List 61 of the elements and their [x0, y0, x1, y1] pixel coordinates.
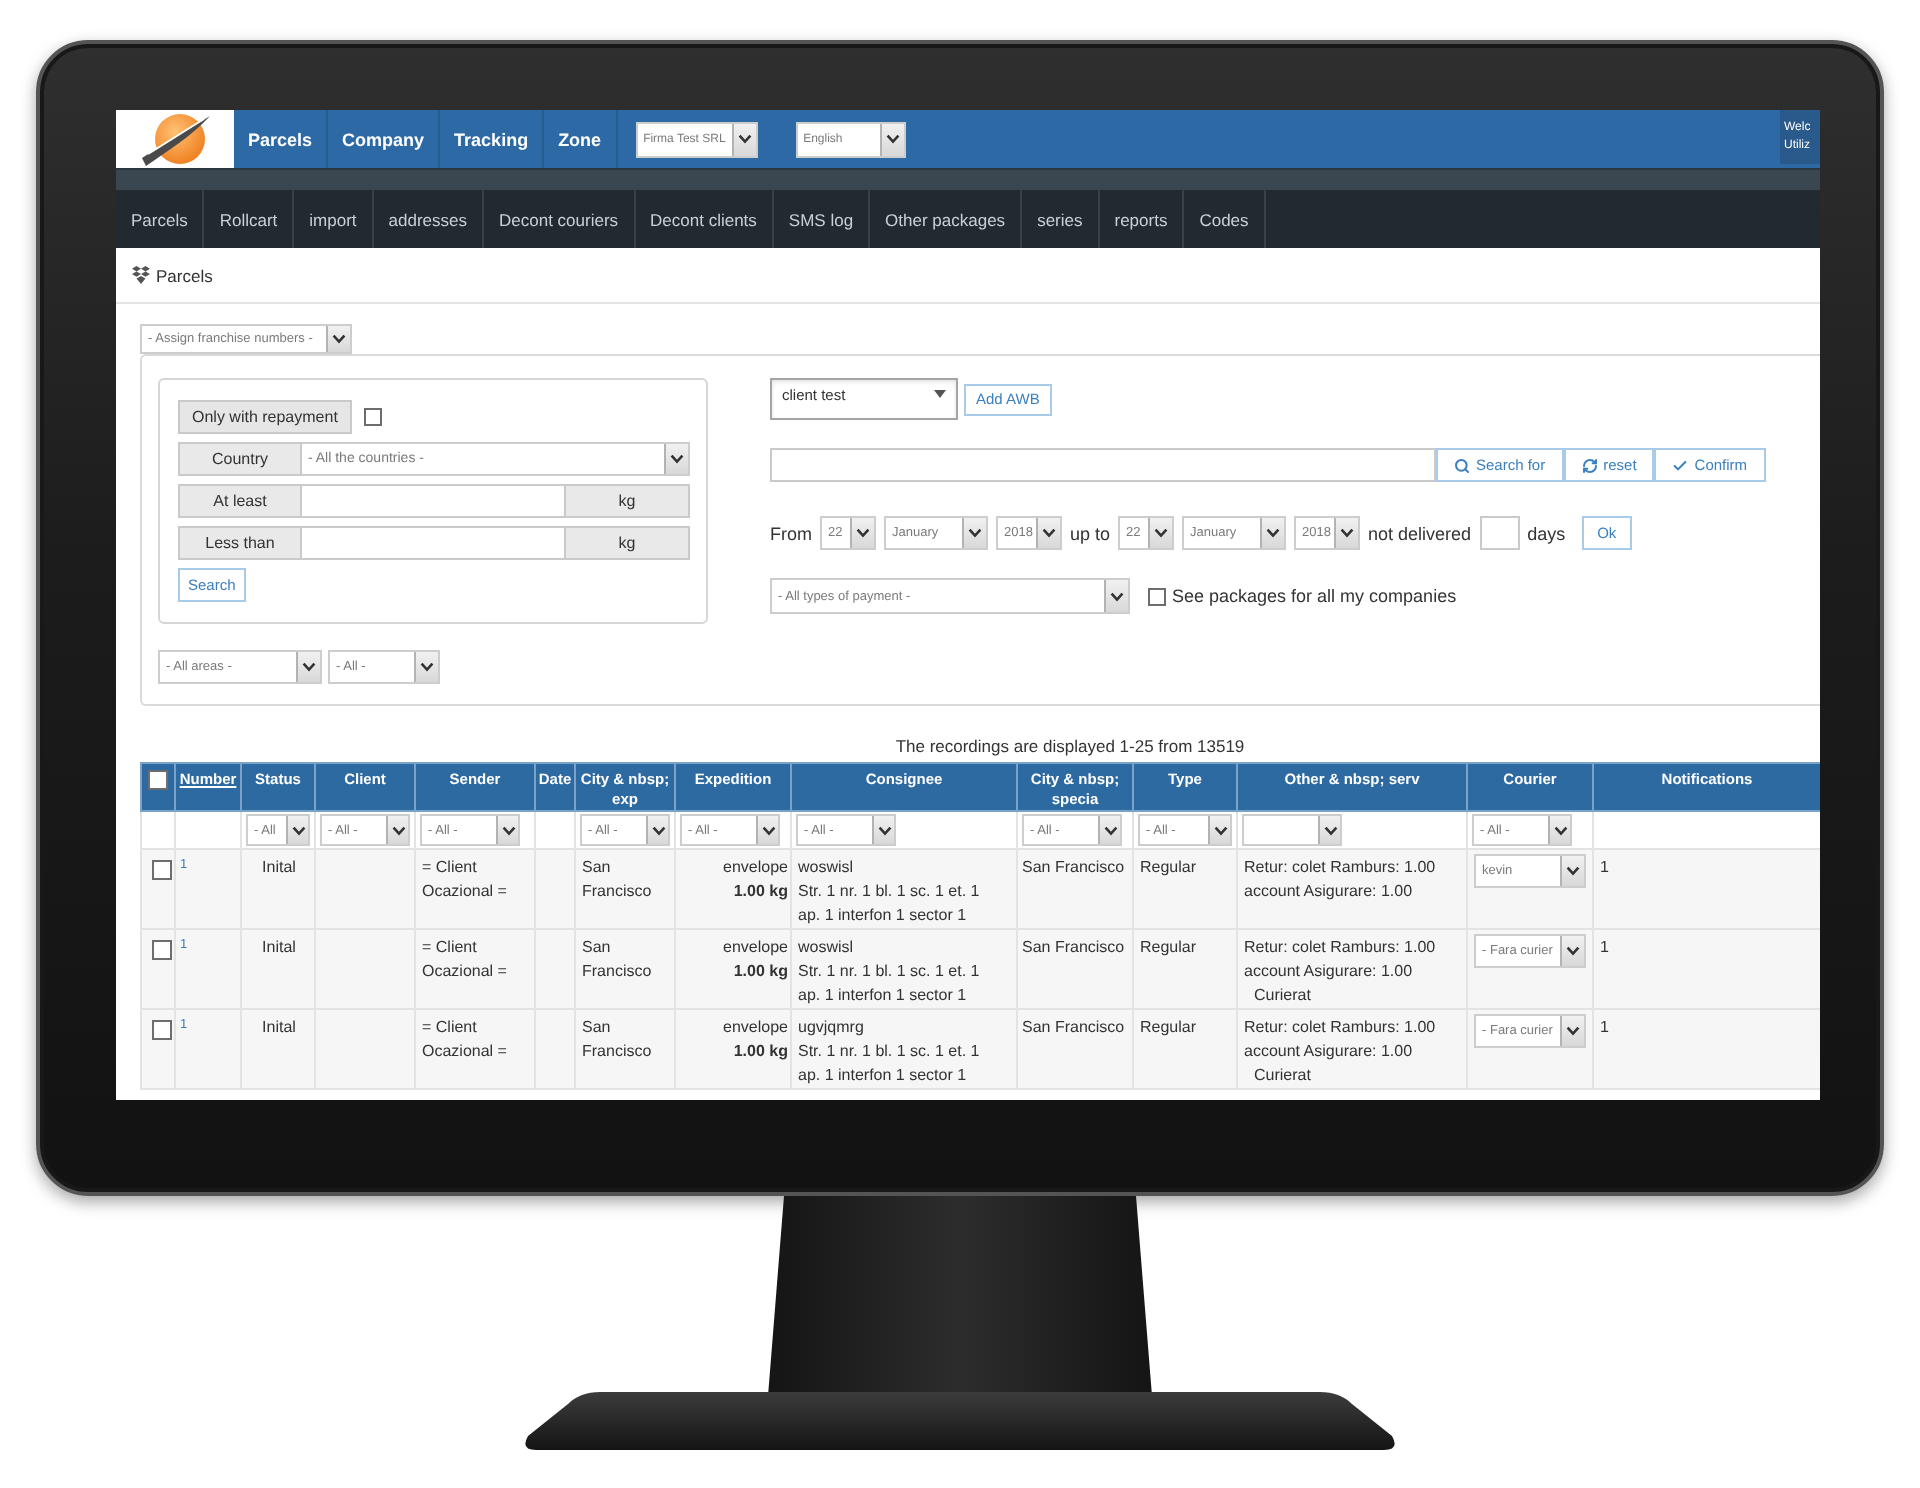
weight: 1.00 kg [731, 880, 788, 904]
sub-nav-link[interactable]: addresses [373, 190, 484, 248]
weight: 1.00 kg [731, 960, 788, 984]
repayment-label: Only with repayment [178, 400, 352, 434]
country-label: Country [178, 442, 302, 476]
table-cell: San Francisco [1017, 1009, 1133, 1089]
services-text: Retur: colet Ramburs: 1.00 account Asigurare: 1.00 [1244, 1016, 1438, 1064]
from-label: From [770, 523, 812, 543]
package-type: envelope [721, 936, 788, 960]
min-weight-field[interactable] [302, 484, 564, 518]
package-type: envelope [721, 1016, 788, 1040]
refresh-icon [1581, 457, 1598, 473]
sub-nav-link[interactable]: SMS log [773, 190, 871, 248]
page-title: Parcels [156, 265, 213, 285]
search-icon [1454, 457, 1470, 473]
sub-nav-link[interactable]: Codes [1184, 190, 1266, 248]
min-weight-label: At least [178, 484, 302, 518]
records-summary: The recordings are displayed 1-25 from 13519 [895, 734, 1245, 758]
services-note: Curierat [1252, 984, 1313, 1008]
max-weight-label: Less than [178, 526, 302, 560]
sub-nav-link[interactable]: Parcels [116, 190, 205, 248]
sub-nav-link[interactable]: reports [1099, 190, 1185, 248]
checkbox[interactable] [148, 770, 168, 790]
weight: 1.00 kg [731, 1040, 788, 1064]
consignee-address: Str. 1 nr. 1 bl. 1 sc. 1 et. 1 ap. 1 interfon 1 sector 1 [798, 960, 982, 1008]
not-delivered-label: not delivered [1368, 523, 1472, 543]
table-cell: Regular [1133, 1009, 1237, 1089]
checkbox[interactable] [152, 1020, 172, 1040]
consignee-address: Str. 1 nr. 1 bl. 1 sc. 1 et. 1 ap. 1 interfon 1 sector 1 [798, 1040, 982, 1088]
caret-down-icon [934, 390, 946, 398]
unit-label: kg [564, 526, 690, 560]
services-text: Retur: colet Ramburs: 1.00 account Asigurare: 1.00 [1244, 856, 1438, 904]
unit-label: kg [564, 484, 690, 518]
check-icon [1672, 457, 1689, 473]
max-weight-field[interactable] [302, 526, 564, 560]
sub-nav-link[interactable]: Other packages [870, 190, 1023, 248]
sub-nav-link[interactable]: Decont clients [635, 190, 774, 248]
sub-nav-link[interactable]: import [294, 190, 374, 248]
sub-nav-link[interactable]: Decont couriers [484, 190, 636, 248]
consignee-name: woswisl [798, 936, 856, 960]
up-to-label: up to [1070, 523, 1111, 543]
table-cell: = Client Ocazional = [415, 1009, 535, 1089]
checkbox[interactable] [152, 940, 172, 960]
package-type: envelope [721, 856, 788, 880]
sub-nav-link[interactable]: Rollcart [204, 190, 295, 248]
checkbox[interactable] [152, 860, 172, 880]
search-field[interactable] [770, 448, 1436, 482]
table-cell: Inital [241, 1009, 315, 1089]
consignee-address: Str. 1 nr. 1 bl. 1 sc. 1 et. 1 ap. 1 interfon 1 sector 1 [798, 880, 982, 928]
sub-nav-link[interactable]: series [1022, 190, 1100, 248]
consignee-name: woswisl [798, 856, 856, 880]
table-cell: San Francisco [575, 1009, 675, 1089]
checkbox[interactable] [363, 408, 382, 426]
services-note: Curierat [1252, 1064, 1313, 1088]
checkbox[interactable] [1148, 587, 1166, 605]
consignee-name: ugvjqmrg [798, 1016, 866, 1040]
boxes-icon [132, 266, 150, 284]
all-companies-label: See packages for all my companies [1172, 586, 1457, 606]
services-text: Retur: colet Ramburs: 1.00 account Asigurare: 1.00 [1244, 936, 1438, 984]
days-field[interactable] [1479, 516, 1520, 550]
days-label: days [1527, 523, 1566, 543]
